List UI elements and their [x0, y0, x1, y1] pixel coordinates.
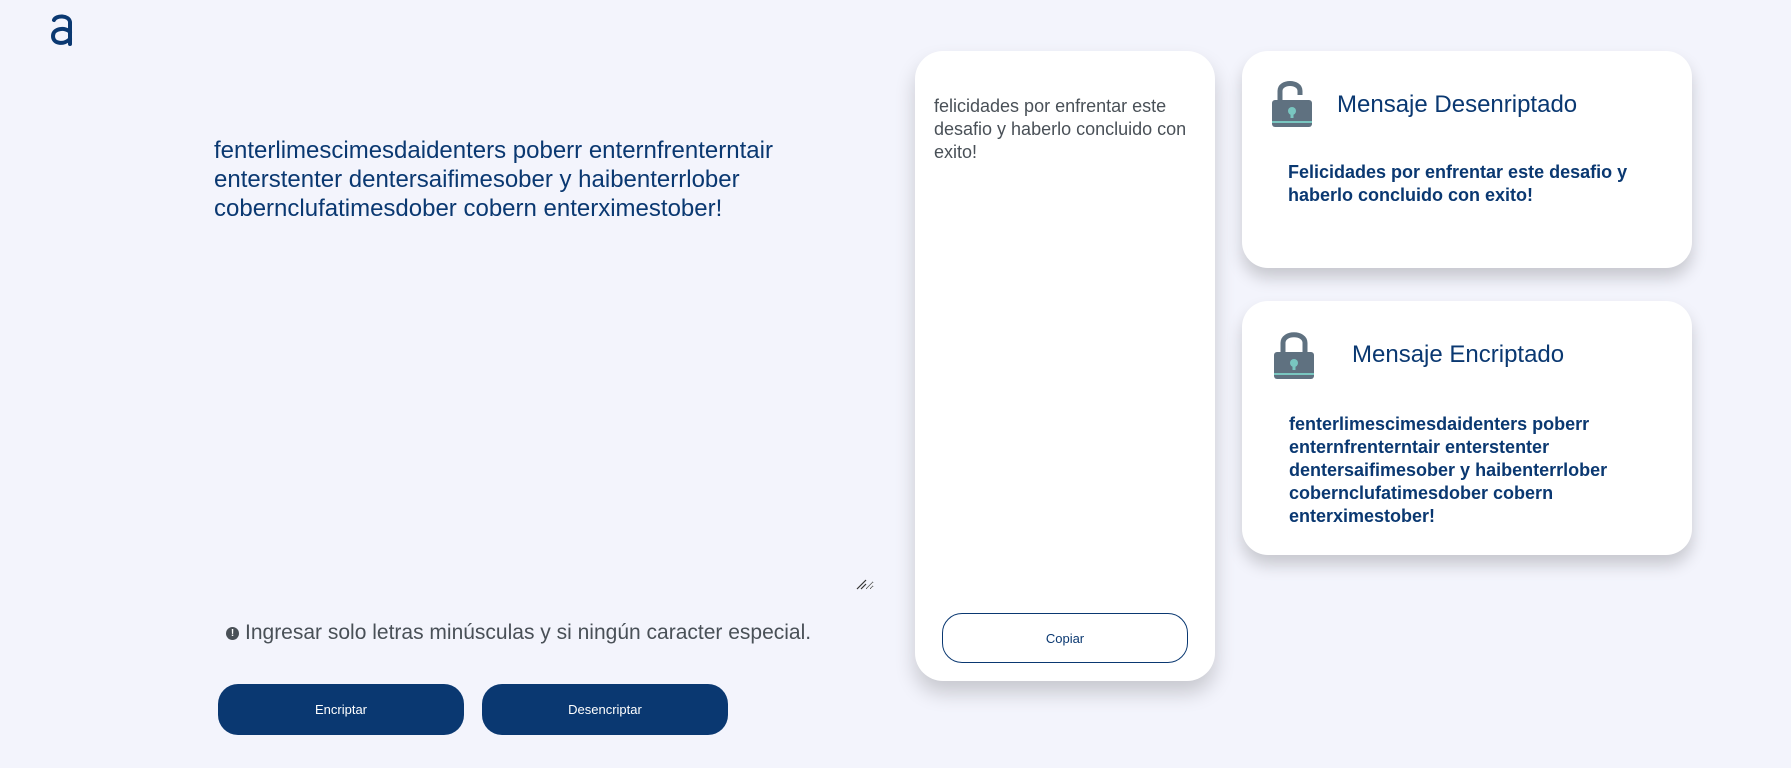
unlocked-padlock-icon — [1272, 81, 1312, 127]
card-title: Mensaje Desenriptado — [1337, 91, 1578, 118]
card-body: Felicidades por enfrentar este desafio y… — [1288, 162, 1628, 205]
info-icon: ! — [226, 626, 239, 640]
input-warning: ! Ingresar solo letras minúsculas y si n… — [226, 621, 811, 645]
decrypt-button[interactable]: Desencriptar — [482, 684, 728, 735]
app-page: fenterlimescimesdaidenters poberr entern… — [0, 0, 1791, 768]
output-text: felicidades por enfrentar este desafio y… — [934, 96, 1187, 162]
card-title: Mensaje Encriptado — [1352, 341, 1565, 368]
resize-handle-icon[interactable] — [855, 578, 867, 590]
card-body: fenterlimescimesdaidenters poberr entern… — [1289, 414, 1608, 526]
decrypted-message-card: Mensaje Desenriptado Felicidades por enf… — [1242, 51, 1692, 268]
message-input[interactable]: fenterlimescimesdaidenters poberr entern… — [214, 136, 874, 590]
alura-logo-icon[interactable] — [50, 14, 74, 46]
warning-text: Ingresar solo letras minúsculas y si nin… — [245, 621, 812, 644]
encrypted-message-card: Mensaje Encriptado fenterlimescimesdaide… — [1242, 301, 1692, 555]
copy-button[interactable]: Copiar — [942, 613, 1188, 663]
output-panel: felicidades por enfrentar este desafio y… — [915, 51, 1215, 681]
locked-padlock-icon — [1274, 332, 1314, 379]
encrypt-button[interactable]: Encriptar — [218, 684, 464, 735]
